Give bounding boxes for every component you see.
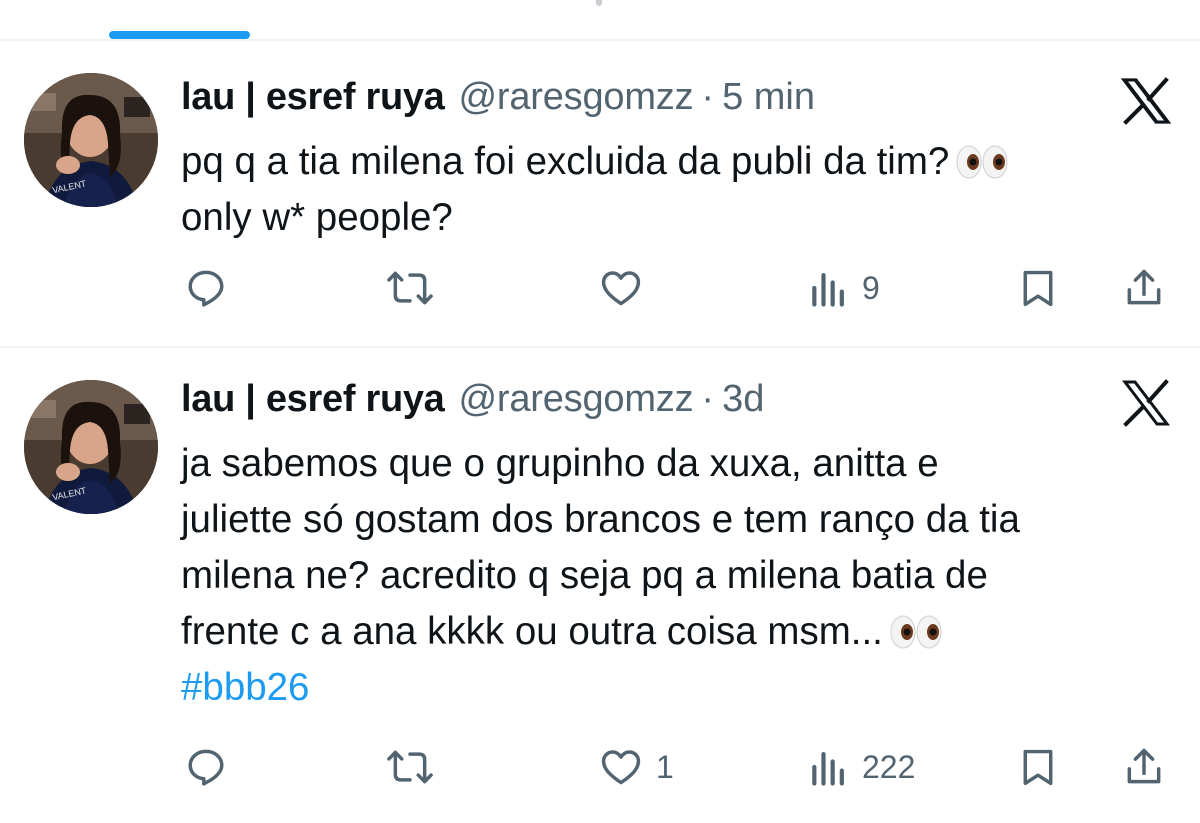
action-bar: 9	[0, 258, 1200, 318]
reply-icon	[184, 266, 228, 310]
reply-button[interactable]	[184, 737, 240, 797]
share-button[interactable]	[1122, 258, 1166, 318]
user-handle[interactable]: @raresgomzz	[459, 76, 694, 119]
tweet-text: ja sabemos que o grupinho da xuxa, anitt…	[181, 436, 1171, 716]
tweet-text-line: milena ne? acredito q seja pq a milena b…	[181, 554, 988, 597]
repost-button[interactable]	[384, 258, 448, 318]
separator-dot: ·	[701, 76, 715, 118]
tweet-text-line: frente c a ana kkkk ou outra coisa msm..…	[181, 604, 1171, 660]
views-count: 9	[862, 269, 880, 306]
tab-bar	[0, 0, 1200, 40]
x-logo-icon	[1118, 378, 1174, 428]
share-button[interactable]	[1122, 737, 1166, 797]
repost-button[interactable]	[384, 737, 448, 797]
repost-icon	[384, 266, 436, 310]
like-button[interactable]	[598, 258, 656, 318]
tweet-text-line: pq q a tia milena foi excluida da publi …	[181, 134, 1171, 190]
display-name[interactable]: lau | esref ruya	[181, 378, 445, 421]
bookmark-icon	[1018, 266, 1058, 310]
reply-icon	[184, 745, 228, 789]
x-logo-icon	[1118, 76, 1174, 126]
bookmark-icon	[1018, 745, 1058, 789]
like-button[interactable]: 1	[598, 737, 674, 797]
tab-separator	[596, 0, 602, 6]
views-count: 222	[862, 748, 916, 785]
timestamp[interactable]: 5 min	[722, 76, 815, 119]
tweet-header: lau | esref ruya @raresgomzz · 5 min	[181, 76, 815, 126]
tweet-text-line: only w* people?	[181, 196, 453, 239]
bookmark-button[interactable]	[1018, 258, 1058, 318]
timeline: VALENT lau | esref ruya @raresgomzz · 5 …	[0, 0, 1200, 823]
views-icon	[808, 745, 850, 789]
tweet[interactable]: VALENT lau | esref ruya @raresgomzz · 5 …	[0, 40, 1200, 347]
like-icon	[598, 266, 644, 310]
views-icon	[808, 266, 850, 310]
display-name[interactable]: lau | esref ruya	[181, 76, 445, 119]
tweet[interactable]: VALENT lau | esref ruya @raresgomzz · 3d…	[0, 348, 1200, 823]
tweet-text: pq q a tia milena foi excluida da publi …	[181, 134, 1171, 246]
avatar[interactable]: VALENT	[24, 73, 158, 207]
reply-button[interactable]	[184, 258, 240, 318]
like-icon	[598, 745, 644, 789]
share-icon	[1122, 745, 1166, 789]
tweet-text-line: ja sabemos que o grupinho da xuxa, anitt…	[181, 442, 939, 485]
eyes-emoji-icon	[955, 140, 1011, 179]
timestamp[interactable]: 3d	[722, 378, 764, 421]
like-count: 1	[656, 748, 674, 785]
action-bar: 1 222	[0, 737, 1200, 797]
views-button[interactable]: 9	[808, 258, 880, 318]
share-icon	[1122, 266, 1166, 310]
separator-dot: ·	[701, 378, 715, 420]
bookmark-button[interactable]	[1018, 737, 1058, 797]
tweet-header: lau | esref ruya @raresgomzz · 3d	[181, 378, 764, 428]
user-handle[interactable]: @raresgomzz	[459, 378, 694, 421]
tweet-text-segment: frente c a ana kkkk ou outra coisa msm..…	[181, 610, 883, 653]
views-button[interactable]: 222	[808, 737, 915, 797]
repost-icon	[384, 745, 436, 789]
tweet-text-line: juliette só gostam dos brancos e tem ran…	[181, 498, 1020, 541]
hashtag-link[interactable]: #bbb26	[181, 660, 1171, 716]
avatar[interactable]: VALENT	[24, 380, 158, 514]
tweet-text-segment: pq q a tia milena foi excluida da publi …	[181, 140, 950, 183]
eyes-emoji-icon	[889, 610, 945, 649]
active-tab-indicator	[109, 31, 250, 39]
